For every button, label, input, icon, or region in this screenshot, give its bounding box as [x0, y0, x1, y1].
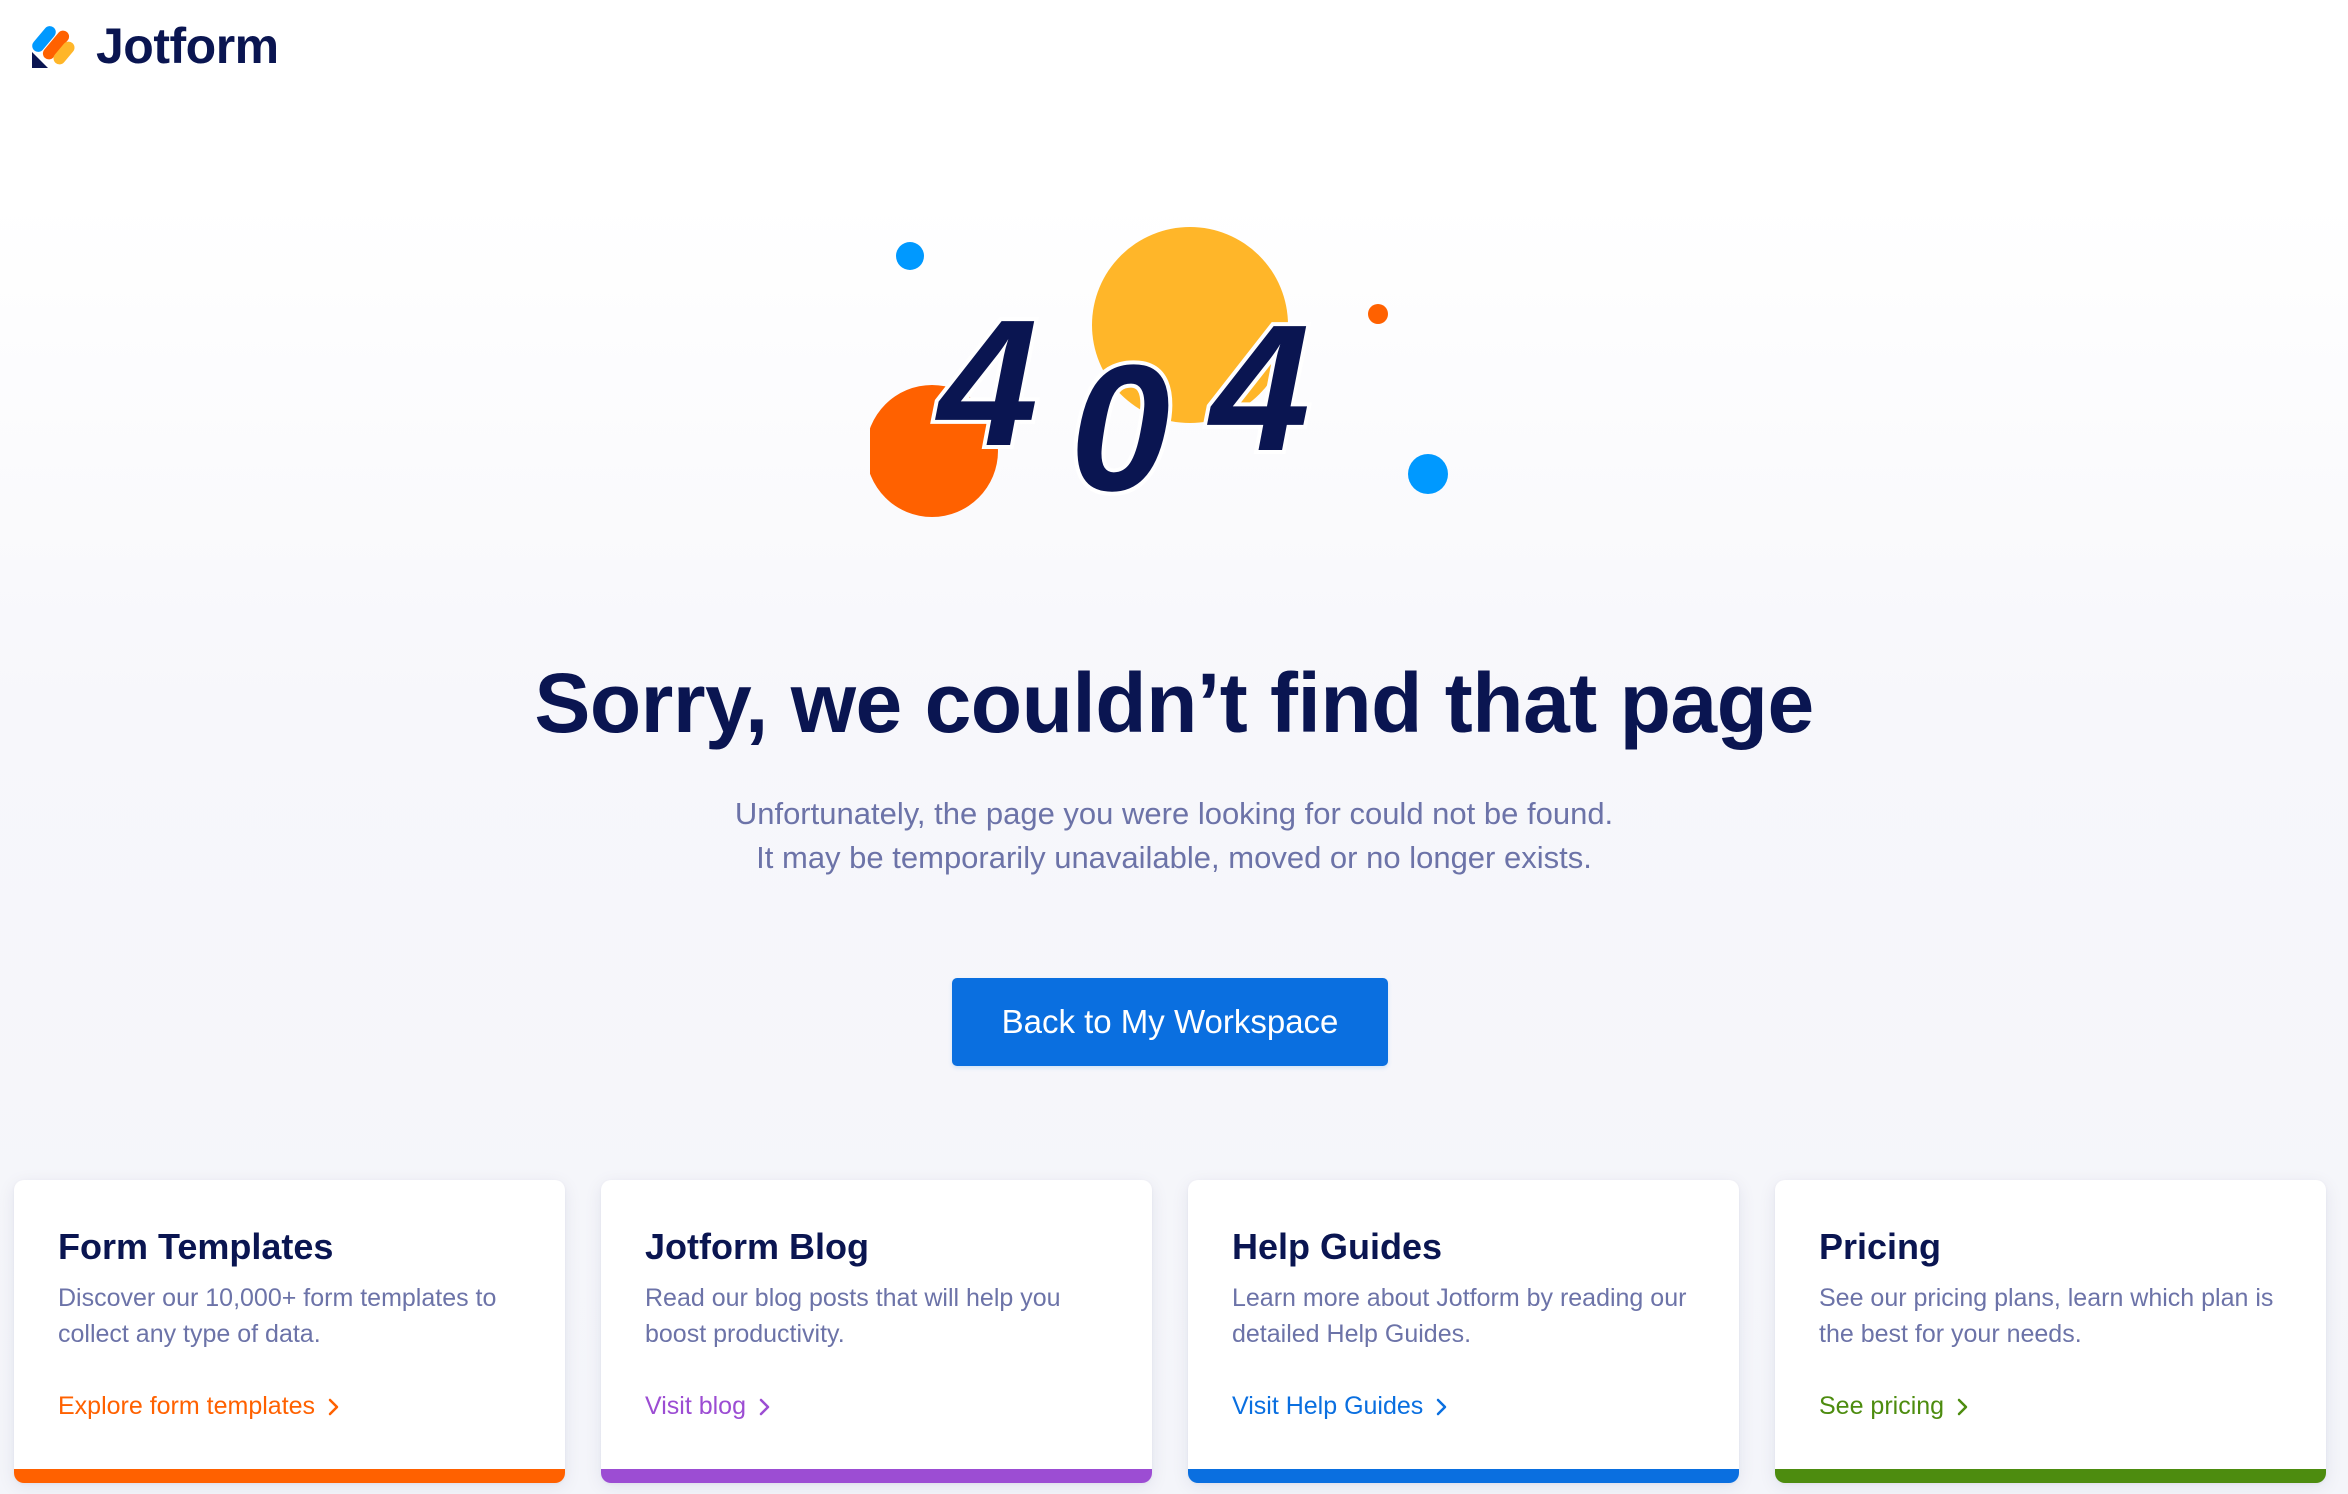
card-title: Form Templates [58, 1226, 334, 1267]
card-description: Read our blog posts that will help you b… [645, 1284, 1061, 1348]
chevron-right-icon [328, 1398, 339, 1415]
back-to-workspace-button[interactable]: Back to My Workspace [952, 978, 1388, 1066]
card-link-label: Visit blog [645, 1392, 746, 1420]
logo-link[interactable]: Jotform [30, 17, 279, 75]
header: Jotform [30, 16, 279, 76]
card-title: Pricing [1819, 1226, 1942, 1267]
see-pricing-link[interactable]: See pricing [1819, 1392, 1970, 1421]
404-illustration: 4 0 4 [870, 227, 1448, 533]
card-form-templates: Form Templates Discover our 10,000+ form… [14, 1180, 565, 1483]
card-accent-bar [1775, 1469, 2326, 1483]
card-link-label: See pricing [1819, 1392, 1945, 1420]
page-title: Sorry, we couldn’t find that page [534, 656, 1814, 750]
chevron-right-icon [1437, 1398, 1447, 1415]
card-accent-bar [601, 1469, 1152, 1483]
card-accent-bar [14, 1469, 565, 1483]
subtitle-line-2: It may be temporarily unavailable, moved… [756, 840, 1592, 875]
card-description: Discover our 10,000+ form templates to c… [58, 1284, 497, 1348]
resource-cards: Form Templates Discover our 10,000+ form… [14, 1180, 2334, 1483]
svg-text:4: 4 [935, 283, 1038, 484]
card-jotform-blog: Jotform Blog Read our blog posts that wi… [601, 1180, 1152, 1483]
page-subtitle: Unfortunately, the page you were looking… [0, 792, 2348, 880]
visit-help-guides-link[interactable]: Visit Help Guides [1232, 1392, 1449, 1421]
card-description: Learn more about Jotform by reading our … [1232, 1284, 1687, 1348]
subtitle-line-1: Unfortunately, the page you were looking… [734, 796, 1614, 831]
card-accent-bar [1188, 1469, 1739, 1483]
card-link-label: Explore form templates [58, 1392, 316, 1420]
card-link-label: Visit Help Guides [1232, 1392, 1424, 1420]
card-help-guides: Help Guides Learn more about Jotform by … [1188, 1180, 1739, 1483]
card-pricing: Pricing See our pricing plans, learn whi… [1775, 1180, 2326, 1483]
card-title: Jotform Blog [645, 1226, 869, 1267]
svg-text:4: 4 [1207, 288, 1310, 489]
card-title: Help Guides [1232, 1226, 1443, 1267]
chevron-right-icon [1957, 1398, 1968, 1415]
card-description: See our pricing plans, learn which plan … [1819, 1284, 2274, 1348]
visit-blog-link[interactable]: Visit blog [645, 1392, 772, 1421]
jotform-logo-icon [32, 26, 75, 68]
chevron-right-icon [759, 1398, 770, 1415]
svg-text:0: 0 [1070, 328, 1170, 529]
explore-form-templates-link[interactable]: Explore form templates [58, 1392, 341, 1421]
brand-name: Jotform [96, 18, 279, 74]
